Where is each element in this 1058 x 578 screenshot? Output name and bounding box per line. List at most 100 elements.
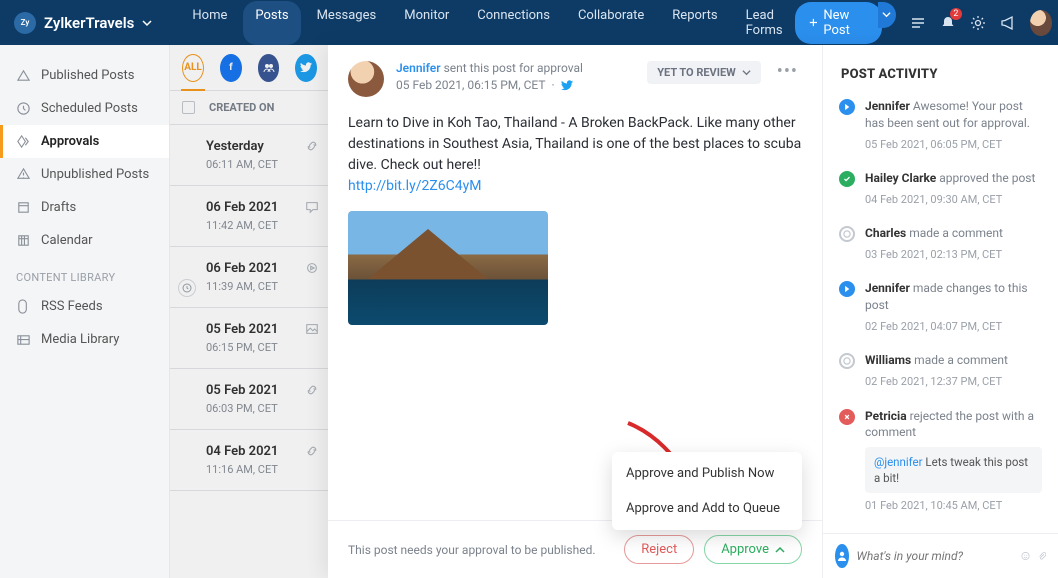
new-post-label: New Post bbox=[823, 8, 868, 38]
warn-icon bbox=[16, 167, 31, 182]
activity-text: Jennifer Awesome! Your post has been sen… bbox=[865, 98, 1042, 152]
activity-item: Hailey Clarke approved the post04 Feb 20… bbox=[839, 170, 1042, 225]
reject-icon bbox=[839, 409, 855, 425]
sidebar-section: CONTENT LIBRARY bbox=[0, 257, 169, 290]
sidebar-item-scheduled-posts[interactable]: Scheduled Posts bbox=[0, 92, 169, 125]
nav-messages[interactable]: Messages bbox=[305, 1, 389, 45]
new-post-caret[interactable] bbox=[878, 2, 896, 28]
activity-title: POST ACTIVITY bbox=[823, 45, 1058, 98]
nav-lead-forms[interactable]: Lead Forms bbox=[734, 1, 795, 45]
nav-home[interactable]: Home bbox=[180, 1, 239, 45]
approve-popover: Approve and Publish Now Approve and Add … bbox=[612, 452, 802, 530]
plus-icon bbox=[809, 17, 818, 28]
layout: Published PostsScheduled PostsApprovalsU… bbox=[0, 45, 1058, 578]
activity-item: Jennifer Awesome! Your post has been sen… bbox=[839, 98, 1042, 170]
twitter-icon bbox=[561, 79, 574, 92]
activity-column: POST ACTIVITY Jennifer Awesome! Your pos… bbox=[823, 45, 1058, 578]
top-nav: HomePostsMessagesMonitorConnectionsColla… bbox=[180, 1, 794, 45]
reject-button[interactable]: Reject bbox=[624, 535, 694, 564]
activity-time: 02 Feb 2021, 12:37 PM, CET bbox=[865, 374, 1008, 389]
post-body: Learn to Dive in Koh Tao, Thailand - A B… bbox=[328, 113, 822, 197]
comment-icon bbox=[839, 226, 855, 242]
activity-text: Hailey Clarke approved the post04 Feb 20… bbox=[865, 170, 1035, 207]
chevron-down-icon bbox=[882, 10, 891, 19]
emoji-icon[interactable] bbox=[1021, 548, 1030, 564]
comment-input[interactable] bbox=[857, 549, 1013, 563]
sidebar: Published PostsScheduled PostsApprovalsU… bbox=[0, 45, 170, 578]
sidebar-item-unpublished-posts[interactable]: Unpublished Posts bbox=[0, 158, 169, 191]
comment-icon bbox=[839, 353, 855, 369]
draft-icon bbox=[16, 200, 31, 215]
activity-item: Williams made a comment02 Feb 2021, 12:3… bbox=[839, 352, 1042, 407]
author-name: Jennifer bbox=[396, 61, 441, 75]
approve-button[interactable]: Approve bbox=[704, 535, 802, 564]
activity-item: Petricia rejected the post with a commen… bbox=[839, 408, 1042, 532]
nav-reports[interactable]: Reports bbox=[660, 1, 729, 45]
sidebar-item-published-posts[interactable]: Published Posts bbox=[0, 59, 169, 92]
activity-time: 01 Feb 2021, 10:45 AM, CET bbox=[865, 498, 1042, 513]
bell-icon[interactable]: 2 bbox=[940, 14, 956, 32]
post-action: sent this post for approval bbox=[444, 61, 583, 75]
brand-name: ZylkerTravels bbox=[44, 14, 134, 32]
send-icon bbox=[839, 281, 855, 297]
attach-icon[interactable] bbox=[1038, 549, 1046, 564]
sidebar-item-media-library[interactable]: Media Library bbox=[0, 323, 169, 356]
approve-publish-now[interactable]: Approve and Publish Now bbox=[612, 456, 802, 491]
approve-icon bbox=[839, 171, 855, 187]
clock-icon bbox=[16, 101, 31, 116]
activity-item: Jennifer made changes to this post02 Feb… bbox=[839, 280, 1042, 352]
send-icon bbox=[16, 68, 31, 83]
nav-collaborate[interactable]: Collaborate bbox=[566, 1, 656, 45]
newpost-group: New Post bbox=[795, 2, 896, 44]
activity-text: Williams made a comment02 Feb 2021, 12:3… bbox=[865, 352, 1008, 389]
topbar: Zy ZylkerTravels HomePostsMessagesMonito… bbox=[0, 0, 1058, 45]
cal-icon bbox=[16, 233, 31, 248]
chevron-down-icon bbox=[142, 18, 152, 28]
activity-text: Jennifer made changes to this post02 Feb… bbox=[865, 280, 1042, 334]
sidebar-item-calendar[interactable]: Calendar bbox=[0, 224, 169, 257]
activity-quote: @jennifer Lets tweak this post a bit! bbox=[865, 447, 1042, 493]
activity-text: Charles made a comment03 Feb 2021, 02:13… bbox=[865, 225, 1003, 262]
reject-label: Reject bbox=[641, 542, 677, 557]
brand[interactable]: Zy ZylkerTravels bbox=[14, 12, 152, 34]
post-image bbox=[348, 211, 548, 325]
sidebar-item-approvals[interactable]: Approvals bbox=[0, 125, 169, 158]
topbar-right: New Post 2 bbox=[795, 2, 1052, 44]
post-column: Jennifer sent this post for approval 05 … bbox=[328, 45, 823, 578]
post-date: 05 Feb 2021, 06:15 PM, CET bbox=[396, 78, 546, 92]
avatar[interactable] bbox=[1030, 10, 1052, 36]
queue-icon[interactable] bbox=[910, 14, 926, 32]
comment-avatar bbox=[835, 544, 849, 568]
post-footer: This post needs your approval to be publ… bbox=[328, 520, 822, 578]
activity-list: Jennifer Awesome! Your post has been sen… bbox=[823, 98, 1058, 533]
brand-logo: Zy bbox=[14, 12, 36, 34]
author-avatar bbox=[348, 61, 384, 97]
nav-monitor[interactable]: Monitor bbox=[392, 1, 461, 45]
chevron-down-icon bbox=[742, 68, 751, 77]
nav-connections[interactable]: Connections bbox=[465, 1, 562, 45]
approve-label: Approve bbox=[721, 542, 769, 557]
approve-add-queue[interactable]: Approve and Add to Queue bbox=[612, 491, 802, 526]
notif-badge: 2 bbox=[950, 8, 962, 20]
rss-icon bbox=[16, 299, 31, 314]
activity-time: 02 Feb 2021, 04:07 PM, CET bbox=[865, 319, 1042, 334]
gear-icon[interactable] bbox=[970, 14, 986, 32]
sidebar-item-rss-feeds[interactable]: RSS Feeds bbox=[0, 290, 169, 323]
new-post-button[interactable]: New Post bbox=[795, 2, 882, 44]
send-icon bbox=[839, 99, 855, 115]
activity-text: Petricia rejected the post with a commen… bbox=[865, 408, 1042, 514]
more-icon[interactable]: ••• bbox=[773, 61, 802, 82]
chevron-up-icon bbox=[775, 545, 785, 555]
status-label: YET TO REVIEW bbox=[657, 66, 736, 79]
nav-posts[interactable]: Posts bbox=[243, 1, 300, 45]
post-link[interactable]: http://bit.ly/2Z6C4yM bbox=[348, 178, 481, 194]
approve-icon bbox=[16, 134, 31, 149]
footer-msg: This post needs your approval to be publ… bbox=[348, 543, 596, 557]
detail-panel: Jennifer sent this post for approval 05 … bbox=[328, 45, 1058, 578]
status-dropdown[interactable]: YET TO REVIEW bbox=[647, 61, 761, 84]
post-text: Learn to Dive in Koh Tao, Thailand - A B… bbox=[348, 115, 801, 173]
sidebar-item-drafts[interactable]: Drafts bbox=[0, 191, 169, 224]
megaphone-icon[interactable] bbox=[1000, 14, 1016, 32]
lib-icon bbox=[16, 332, 31, 347]
activity-footer bbox=[823, 533, 1058, 578]
